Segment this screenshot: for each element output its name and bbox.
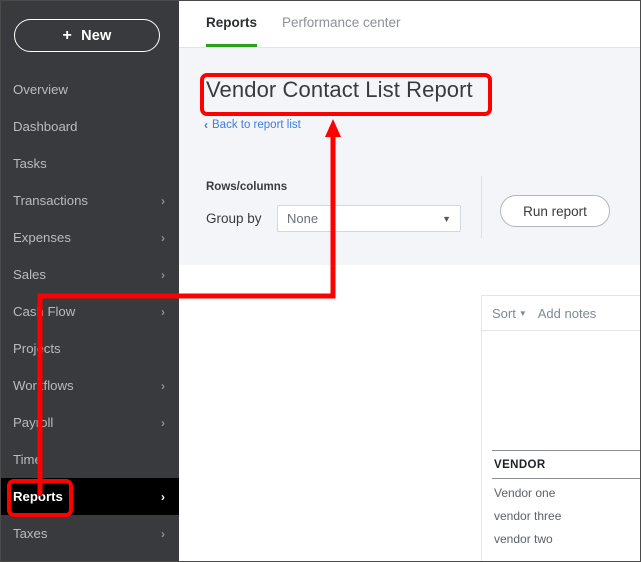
- sidebar-item-time[interactable]: Time: [1, 441, 179, 478]
- sidebar-item-label: Expenses: [13, 230, 71, 245]
- new-button[interactable]: + New: [14, 19, 160, 52]
- preview-toolbar: Sort ▼ Add notes: [482, 296, 640, 331]
- sidebar-item-label: Transactions: [13, 193, 89, 208]
- tab-reports[interactable]: Reports: [206, 15, 258, 47]
- chevron-right-icon: ›: [161, 267, 165, 282]
- sidebar-item-payroll[interactable]: Payroll ›: [1, 404, 179, 441]
- add-notes-label: Add notes: [537, 305, 597, 321]
- table-row: vendor two: [494, 532, 553, 546]
- chevron-right-icon: ›: [161, 230, 165, 245]
- chevron-right-icon: ›: [161, 378, 165, 393]
- chevron-down-icon: ▼: [518, 308, 527, 318]
- sidebar-item-taxes[interactable]: Taxes ›: [1, 515, 179, 552]
- sidebar-item-overview[interactable]: Overview: [1, 71, 179, 108]
- sidebar-item-cash-flow[interactable]: Cash Flow ›: [1, 293, 179, 330]
- chevron-right-icon: ›: [161, 415, 165, 430]
- plus-icon: +: [62, 26, 73, 44]
- sort-button[interactable]: Sort ▼: [492, 306, 527, 321]
- sidebar-item-label: Dashboard: [13, 119, 78, 134]
- table-row: vendor three: [494, 509, 562, 523]
- chevron-down-icon: ▼: [442, 213, 451, 224]
- sidebar-item-projects[interactable]: Projects: [1, 330, 179, 367]
- chevron-left-icon: ‹: [204, 118, 208, 132]
- sidebar-item-tasks[interactable]: Tasks: [1, 145, 179, 182]
- tab-bar: Reports Performance center: [179, 1, 640, 48]
- sidebar: + New Overview Dashboard Tasks Transactions…: [1, 1, 179, 561]
- vendor-table: VENDOR Vendor one vendor three vendor two: [492, 450, 640, 548]
- chevron-right-icon: ›: [161, 304, 165, 319]
- sidebar-item-label: Taxes: [13, 526, 48, 541]
- sidebar-item-expenses[interactable]: Expenses ›: [1, 219, 179, 256]
- vendor-rows: Vendor one vendor three vendor two: [492, 479, 640, 548]
- sidebar-item-label: Cash Flow: [13, 304, 76, 319]
- new-button-label: New: [81, 27, 112, 44]
- tab-performance-center-label: Performance center: [282, 15, 401, 30]
- tab-performance-center[interactable]: Performance center: [282, 15, 401, 44]
- sidebar-item-label: Payroll: [13, 415, 54, 430]
- sidebar-item-workflows[interactable]: Workflows ›: [1, 367, 179, 404]
- rows-columns-label: Rows/columns: [206, 181, 288, 193]
- group-by-label: Group by: [206, 211, 262, 226]
- vendor-column-header: VENDOR: [492, 450, 640, 479]
- table-row: Vendor one: [494, 486, 556, 500]
- report-header-panel: Vendor Contact List Report ‹ Back to rep…: [179, 48, 640, 265]
- main-content: Reports Performance center Vendor Contac…: [179, 1, 640, 561]
- sidebar-item-label: Sales: [13, 267, 46, 282]
- sort-label: Sort: [492, 305, 516, 321]
- sidebar-item-reports[interactable]: Reports ›: [1, 478, 179, 515]
- group-by-value: None: [287, 211, 319, 226]
- run-report-button[interactable]: Run report: [500, 195, 610, 227]
- sidebar-item-dashboard[interactable]: Dashboard: [1, 108, 179, 145]
- add-notes-button[interactable]: Add notes: [538, 306, 597, 321]
- sidebar-item-label: Tasks: [13, 156, 47, 171]
- quickbooks-report-window: + New Overview Dashboard Tasks Transactions…: [0, 0, 641, 562]
- page-title: Vendor Contact List Report: [206, 77, 473, 102]
- tab-reports-label: Reports: [206, 15, 258, 30]
- chevron-right-icon: ›: [161, 489, 165, 504]
- sidebar-item-label: Overview: [13, 82, 68, 97]
- sidebar-item-label: Projects: [13, 341, 61, 356]
- sidebar-item-transactions[interactable]: Transactions ›: [1, 182, 179, 219]
- report-preview-panel: Sort ▼ Add notes VENDOR Vendor one vendor…: [481, 295, 640, 561]
- back-link-label: Back to report list: [212, 119, 301, 131]
- chevron-right-icon: ›: [161, 193, 165, 208]
- vertical-divider: [481, 176, 482, 238]
- chevron-right-icon: ›: [161, 526, 165, 541]
- back-to-report-list-link[interactable]: ‹ Back to report list: [204, 118, 301, 132]
- sidebar-item-label: Time: [13, 452, 42, 467]
- sidebar-item-sales[interactable]: Sales ›: [1, 256, 179, 293]
- sidebar-item-label: Reports: [13, 489, 63, 504]
- run-report-label: Run report: [523, 203, 587, 219]
- sidebar-item-label: Workflows: [13, 378, 74, 393]
- group-by-select[interactable]: None ▼: [277, 205, 461, 232]
